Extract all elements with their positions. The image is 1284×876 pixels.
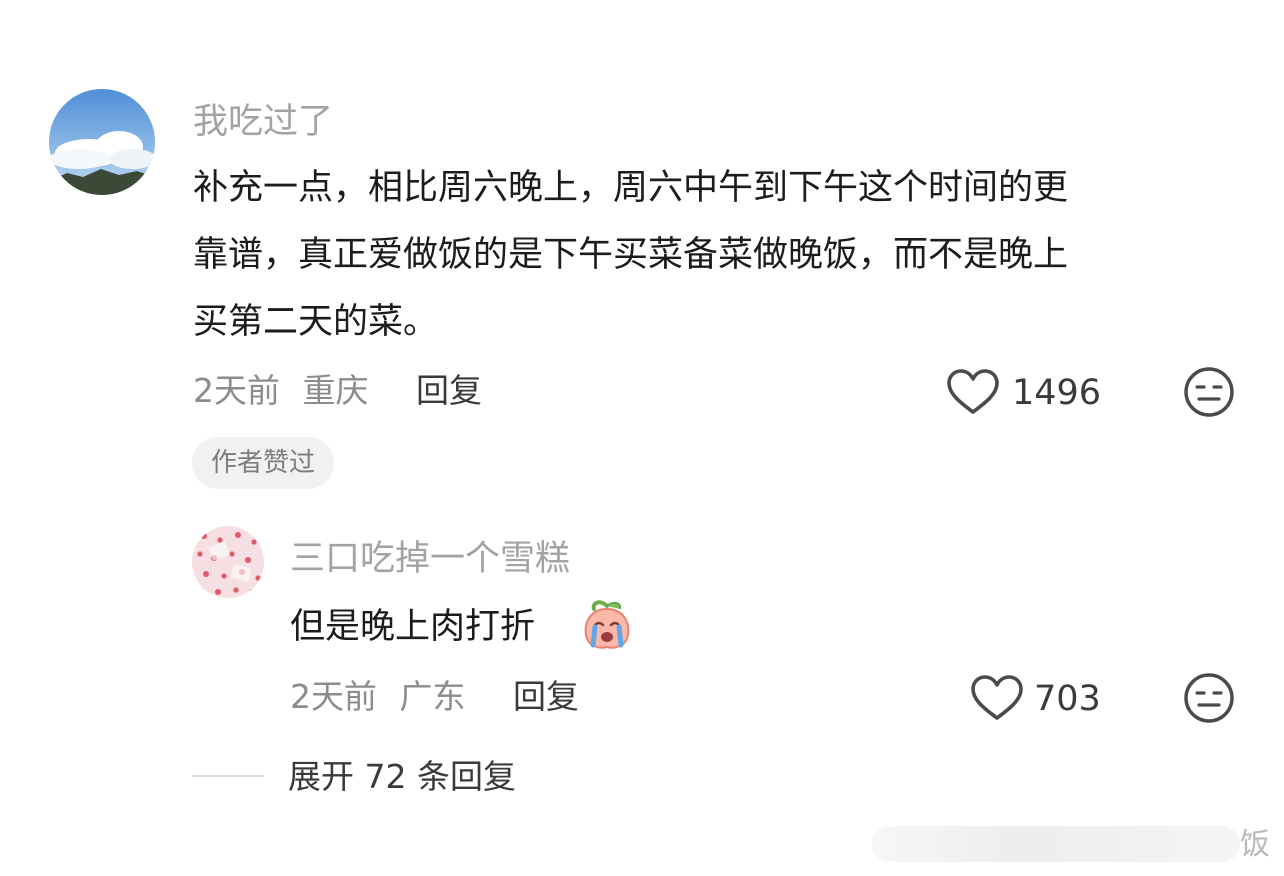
neutral-face-icon[interactable] [1183,672,1235,724]
comment-text: 补充一点，相比周六晚上，周六中午到下午这个时间的更 靠谱，真正爱做饭的是下午买菜… [193,155,1253,356]
comment-reply-button[interactable]: 回复 [416,371,482,411]
neutral-face-icon[interactable] [1183,366,1235,418]
reply-location: 广东 [399,677,466,716]
crying-peach-emoji [580,597,634,651]
expand-divider [192,775,264,777]
comment-username[interactable]: 我吃过了 [193,102,333,142]
reply-reply-button[interactable]: 回复 [513,677,579,717]
reply-text-row: 但是晚上肉打折 [290,594,535,660]
reply-username[interactable]: 三口吃掉一个雪糕 [290,539,570,579]
expand-replies-button[interactable]: 展开 72 条回复 [288,756,516,798]
heart-icon[interactable] [946,368,1000,416]
heart-icon[interactable] [970,674,1024,722]
watermark: 饭 [1240,827,1270,862]
avatar[interactable] [49,89,155,195]
comment-time: 2天前 [193,371,280,410]
reply-like-count: 703 [1034,679,1101,719]
reply-text: 但是晚上肉打折 [290,607,536,647]
comment-meta: 2天前 重庆 [193,371,369,411]
comment-like-count: 1496 [1012,373,1102,413]
watermark-bar [872,826,1240,862]
avatar[interactable] [192,526,264,598]
comment-line: 补充一点，相比周六晚上，周六中午到下午这个时间的更 [193,168,1069,208]
comment-line: 靠谱，真正爱做饭的是下午买菜备菜做晚饭，而不是晚上 [193,235,1069,275]
reply-time: 2天前 [290,677,377,716]
author-liked-badge: 作者赞过 [192,437,335,489]
comment-line: 买第二天的菜。 [193,302,439,342]
reply-meta: 2天前 广东 [290,677,466,717]
comment-location: 重庆 [302,371,369,410]
